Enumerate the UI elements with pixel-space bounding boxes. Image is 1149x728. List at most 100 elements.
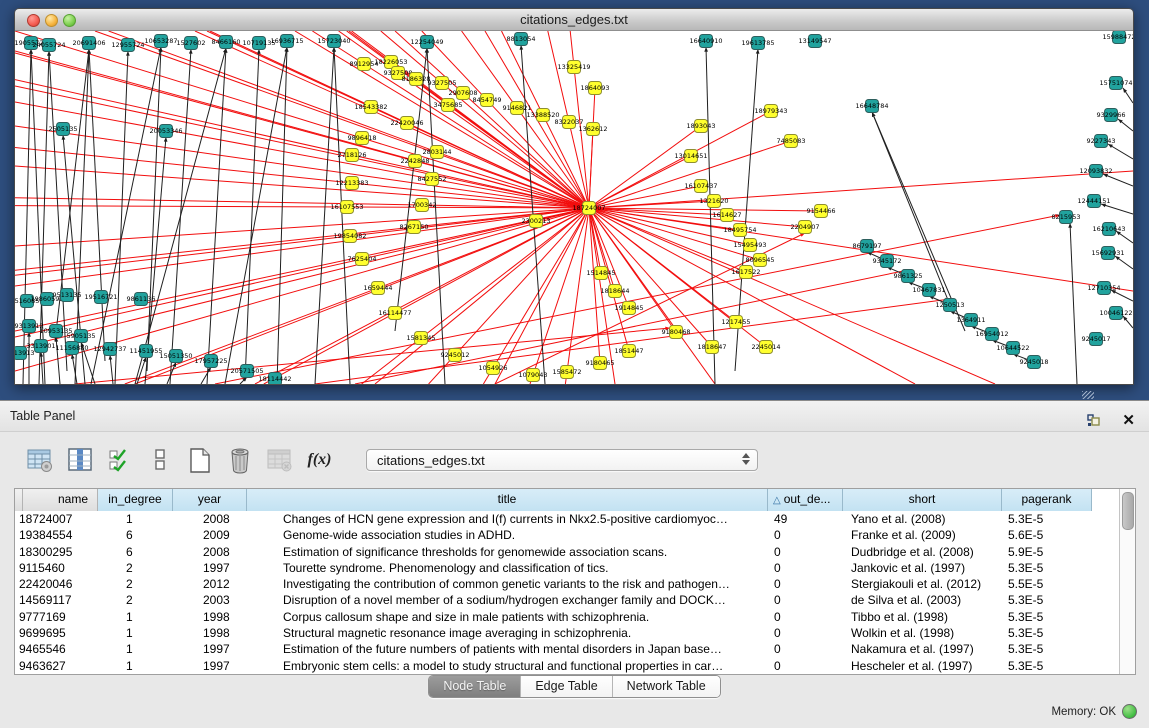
column-header-label: out_de...: [784, 492, 831, 506]
column-header-in-degree[interactable]: in_degree: [98, 489, 173, 511]
table-row[interactable]: 969969511998Structural magnetic resonanc…: [15, 625, 1119, 641]
table-row[interactable]: 977716911998Corpus callosum shape and si…: [15, 609, 1119, 625]
graph-edge: [589, 208, 915, 384]
table-cell: 2: [98, 560, 173, 576]
column-header-out-de-[interactable]: △out_de...: [768, 489, 843, 511]
graph-edge: [15, 53, 589, 208]
graph-node-label: 19854082: [333, 232, 366, 240]
graph-node-label: 16114477: [378, 309, 411, 317]
graph-node-label: 20691406: [72, 39, 105, 47]
graph-edge: [589, 171, 1133, 208]
table-row[interactable]: 1872400712008Changes of HCN gene express…: [15, 511, 1119, 527]
tab-edge-table[interactable]: Edge Table: [521, 676, 612, 697]
split-pane-grip[interactable]: [1082, 391, 1094, 399]
graph-node-label: 20053346: [149, 127, 182, 135]
graph-node-label: 2204907: [791, 223, 820, 231]
column-header-year[interactable]: year: [173, 489, 247, 511]
table-cell: 5.3E-5: [1002, 641, 1092, 657]
graph-node-label: 2300213: [522, 217, 551, 225]
table-row[interactable]: 1830029562008Estimation of significance …: [15, 544, 1119, 560]
close-panel-icon[interactable]: ✕: [1122, 413, 1135, 429]
new-column-icon[interactable]: [186, 447, 213, 474]
graph-node-label: 1054926: [479, 364, 508, 372]
graph-node-label: 9245012: [441, 351, 470, 359]
table-row[interactable]: 2242004622012Investigating the contribut…: [15, 576, 1119, 592]
table-cell: 0: [768, 658, 843, 674]
select-all-icon[interactable]: [106, 447, 133, 474]
table-cell: 5.9E-5: [1002, 544, 1092, 560]
graph-node-label: 1851447: [615, 347, 644, 355]
scrollbar-thumb[interactable]: [1122, 492, 1134, 530]
graph-node-label: 18495754: [723, 226, 756, 234]
graph-node-label: 9513135: [53, 291, 82, 299]
delete-column-icon[interactable]: [226, 447, 253, 474]
graph-node-label: 1893043: [687, 122, 716, 130]
dropdown-arrows-icon: [742, 453, 750, 465]
tab-network-table[interactable]: Network Table: [613, 676, 720, 697]
table-row[interactable]: 946554611997Estimation of the future num…: [15, 641, 1119, 657]
column-header-label: title: [498, 492, 517, 506]
graph-node-label: 2718126: [338, 151, 367, 159]
graph-node-label: 12955724: [111, 41, 144, 49]
table-mode-icon[interactable]: [26, 447, 53, 474]
deselect-all-icon[interactable]: [146, 447, 173, 474]
table-header-corner: [15, 489, 23, 511]
graph-node-label: 19516721: [84, 293, 117, 301]
table-cell: 0: [768, 641, 843, 657]
column-header-pagerank[interactable]: pagerank: [1002, 489, 1092, 511]
float-panel-icon[interactable]: [1081, 407, 1108, 434]
graph-edge: [15, 102, 589, 208]
tab-node-table[interactable]: Node Table: [429, 676, 521, 697]
table-cell: 2: [98, 592, 173, 608]
network-canvas[interactable]: 1905572424055724206914061295572410653287…: [15, 31, 1133, 384]
function-builder-icon[interactable]: f(x): [306, 447, 333, 474]
graph-node-label: 10653287: [144, 37, 177, 45]
table-cell: 0: [768, 544, 843, 560]
table-cell: 1: [98, 609, 173, 625]
column-header-name[interactable]: name: [23, 489, 98, 511]
graph-edge: [315, 47, 334, 384]
table-row[interactable]: 911546021997Tourette syndrome. Phenomeno…: [15, 560, 1119, 576]
table-cell: 1997: [173, 658, 247, 674]
column-header-label: name: [58, 492, 88, 506]
table-cell: 1997: [173, 560, 247, 576]
graph-node-label: 17957225: [194, 357, 227, 365]
table-selector-dropdown[interactable]: citations_edges.txt: [366, 449, 758, 471]
graph-node-label: 9245018: [1020, 358, 1049, 366]
table-cell: 0: [768, 560, 843, 576]
table-row[interactable]: 1456911722003Disruption of a novel membe…: [15, 592, 1119, 608]
graph-node-label: 8813054: [507, 35, 536, 43]
table-cell: 9699695: [15, 625, 98, 641]
table-cell: Estimation of the future numbers of pati…: [247, 641, 768, 657]
column-header-title[interactable]: title: [247, 489, 768, 511]
table-cell: Estimation of significance thresholds fo…: [247, 544, 768, 560]
graph-node-label: 9245017: [1082, 335, 1111, 343]
table-cell: Structural magnetic resonance image aver…: [247, 625, 768, 641]
delete-table-icon[interactable]: [266, 447, 293, 474]
table-header: name in_degreeyear title △out_de...short pag…: [15, 489, 1135, 512]
column-header-label: pagerank: [1021, 492, 1071, 506]
table-row[interactable]: 946362711997Embryonic stem cells: a mode…: [15, 658, 1119, 674]
graph-edge: [207, 48, 226, 384]
graph-node-label: 12710354: [1087, 284, 1120, 292]
show-columns-icon[interactable]: [66, 447, 93, 474]
graph-node-label: 9345172: [873, 257, 902, 265]
graph-node-label: 13149547: [798, 37, 831, 45]
graph-node-label: 2242848: [401, 157, 430, 165]
graph-node-label: 15988472: [1102, 33, 1133, 41]
network-view-window[interactable]: citations_edges.txt 19055724240557242069…: [14, 8, 1134, 385]
table-panel: Table Panel ✕: [0, 400, 1149, 728]
window-titlebar[interactable]: citations_edges.txt: [15, 9, 1133, 31]
table-cell: 5.6E-5: [1002, 527, 1092, 543]
table-vertical-scrollbar[interactable]: [1119, 489, 1135, 674]
table-cell: 1997: [173, 641, 247, 657]
table-cell: 5.3E-5: [1002, 592, 1092, 608]
table-cell: Corpus callosum shape and size in male p…: [247, 609, 768, 625]
graph-node-label: 8466160: [212, 38, 241, 46]
graph-node-label: 1818644: [601, 287, 630, 295]
node-table: name in_degreeyear title △out_de...short pag…: [14, 488, 1136, 675]
graph-node-label: 8096545: [746, 256, 775, 264]
table-row[interactable]: 1938455462009Genome-wide association stu…: [15, 527, 1119, 543]
column-header-short[interactable]: short: [843, 489, 1002, 511]
table-cell: 0: [768, 527, 843, 543]
